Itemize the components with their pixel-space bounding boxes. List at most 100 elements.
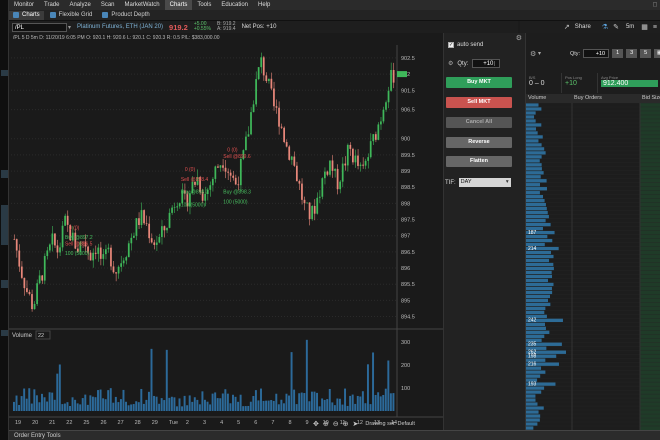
time-tick-label: 7: [271, 420, 274, 426]
qty-input[interactable]: +10: [472, 59, 501, 68]
timeframe-button[interactable]: 5m: [624, 24, 636, 30]
volume-tick-label: 100: [401, 386, 410, 392]
candle-body: [255, 79, 257, 105]
price-tick-label: 902.5: [401, 56, 415, 62]
gear-icon[interactable]: ⚙: [530, 50, 536, 58]
depth-qty-input[interactable]: +10: [583, 49, 610, 58]
volume-bar: [112, 402, 115, 411]
auto-send-checkbox[interactable]: ✓: [448, 42, 454, 48]
cancel-all-button[interactable]: Cancel All: [446, 117, 512, 128]
volume-bar: [56, 373, 59, 411]
drawing-set[interactable]: Drawing set: Default: [365, 421, 415, 427]
candle-body: [163, 226, 166, 231]
volume-bar: [155, 396, 158, 411]
depth-ladder[interactable]: 187214242235262198216193: [526, 103, 660, 430]
candle-body: [250, 112, 252, 135]
volume-bar: [48, 392, 51, 411]
price-tick-label: 895.5: [401, 282, 415, 288]
chevron-down-icon[interactable]: ▾: [68, 24, 71, 31]
gear-icon[interactable]: ⚙: [448, 60, 453, 67]
candle-body: [323, 171, 326, 179]
candle-body: [329, 160, 331, 175]
time-tick-label: 19: [15, 420, 21, 426]
flatten-button[interactable]: Flatten: [446, 156, 512, 167]
candle-body: [293, 156, 296, 166]
edit-icon[interactable]: ✎: [613, 23, 619, 31]
menu-item-scan[interactable]: Scan: [96, 0, 120, 10]
quick-qty-button[interactable]: 1: [612, 49, 624, 58]
candle-body: [66, 215, 69, 225]
volume-bar: [51, 392, 54, 411]
menu-item-help[interactable]: Help: [253, 0, 275, 10]
price-chart[interactable]: 902.5902901.5906.5900899.5899898.5898897…: [9, 33, 443, 430]
chart-panel: 902.5902901.5906.5900899.5899898.5898897…: [9, 33, 443, 430]
time-tick-label: 2: [186, 420, 189, 426]
move-icon[interactable]: ✥: [313, 420, 319, 428]
share-button[interactable]: Share: [575, 24, 591, 30]
candle-body: [306, 202, 308, 204]
quick-qty-button[interactable]: 5: [640, 49, 652, 58]
gear-icon[interactable]: ⚙: [516, 34, 522, 42]
candle-body: [362, 164, 364, 166]
volume-profile-bar: [526, 139, 539, 143]
volume-bar: [290, 352, 293, 411]
tab-product-depth[interactable]: Product Depth: [98, 11, 153, 20]
volume-profile-bar: [526, 151, 546, 155]
column-buy-orders[interactable]: Buy Orders: [572, 94, 640, 103]
chevron-down-icon[interactable]: ▾: [538, 50, 541, 57]
tab-flexible-grid[interactable]: Flexible Grid: [46, 11, 97, 20]
volume-bar: [102, 398, 105, 411]
volume-bar: [349, 395, 352, 411]
order-entry-tools-label[interactable]: Order Entry Tools: [14, 433, 61, 439]
volume-bar: [209, 404, 212, 411]
cursor-icon[interactable]: ➤: [353, 420, 359, 428]
flask-icon[interactable]: ⚗: [602, 23, 608, 31]
candle-body: [267, 78, 270, 82]
menu-item-education[interactable]: Education: [216, 0, 253, 10]
candle-body: [211, 178, 214, 186]
volume-bar: [135, 401, 138, 411]
menu-item-marketwatch[interactable]: MarketWatch: [120, 0, 165, 10]
menu-item-monitor[interactable]: Monitor: [9, 0, 39, 10]
tif-label: TIF:: [445, 179, 456, 186]
grid-layout-icon[interactable]: ▦: [641, 23, 648, 31]
zoom-in-icon[interactable]: ⊕: [343, 420, 349, 428]
zoom-out-icon[interactable]: ⊖: [333, 420, 339, 428]
crosshair-icon[interactable]: ⊕: [323, 420, 329, 428]
candle-body: [41, 275, 44, 281]
volume-bar: [336, 398, 339, 411]
volume-bar: [260, 388, 262, 411]
tab-charts[interactable]: Charts: [9, 10, 44, 20]
menu-item-analyze[interactable]: Analyze: [64, 0, 95, 10]
sell-mkt-button[interactable]: Sell MKT: [446, 97, 512, 108]
menu-item-charts[interactable]: Charts: [164, 0, 193, 10]
depth-panel: ⚙ ▾ Qty: +10 1 3 5 ▦ B/S 0 – 0 Pos Long …: [525, 33, 660, 430]
info-icon[interactable]: ◻: [650, 1, 660, 9]
candle-body: [247, 134, 250, 137]
column-volume[interactable]: Volume: [526, 94, 572, 103]
menu-item-tools[interactable]: Tools: [192, 0, 216, 10]
candle-body: [43, 256, 46, 281]
volume-bar: [267, 400, 270, 411]
volume-profile-bar: [526, 386, 545, 390]
calculator-icon[interactable]: ▦: [654, 49, 660, 58]
volume-profile-bar: [526, 115, 535, 119]
symbol-input[interactable]: /PL: [12, 22, 67, 32]
candle-body: [364, 160, 367, 166]
volume-profile-bar: [526, 143, 542, 147]
price-tick-label: 894.5: [401, 315, 415, 321]
volume-bar: [239, 394, 242, 411]
volume-bar: [257, 400, 260, 411]
menu-icon[interactable]: ≡: [653, 24, 657, 31]
volume-bar: [91, 396, 94, 411]
column-bid-size[interactable]: Bid Size: [640, 94, 660, 103]
reverse-button[interactable]: Reverse: [446, 137, 512, 148]
candle-body: [120, 263, 123, 267]
volume-profile-bar: [526, 171, 544, 175]
tif-select[interactable]: DAY: [458, 178, 511, 187]
volume-bar: [280, 399, 283, 411]
buy-mkt-button[interactable]: Buy MKT: [446, 77, 512, 88]
candle-body: [153, 242, 156, 245]
quick-qty-button[interactable]: 3: [626, 49, 638, 58]
menu-item-trade[interactable]: Trade: [39, 0, 64, 10]
